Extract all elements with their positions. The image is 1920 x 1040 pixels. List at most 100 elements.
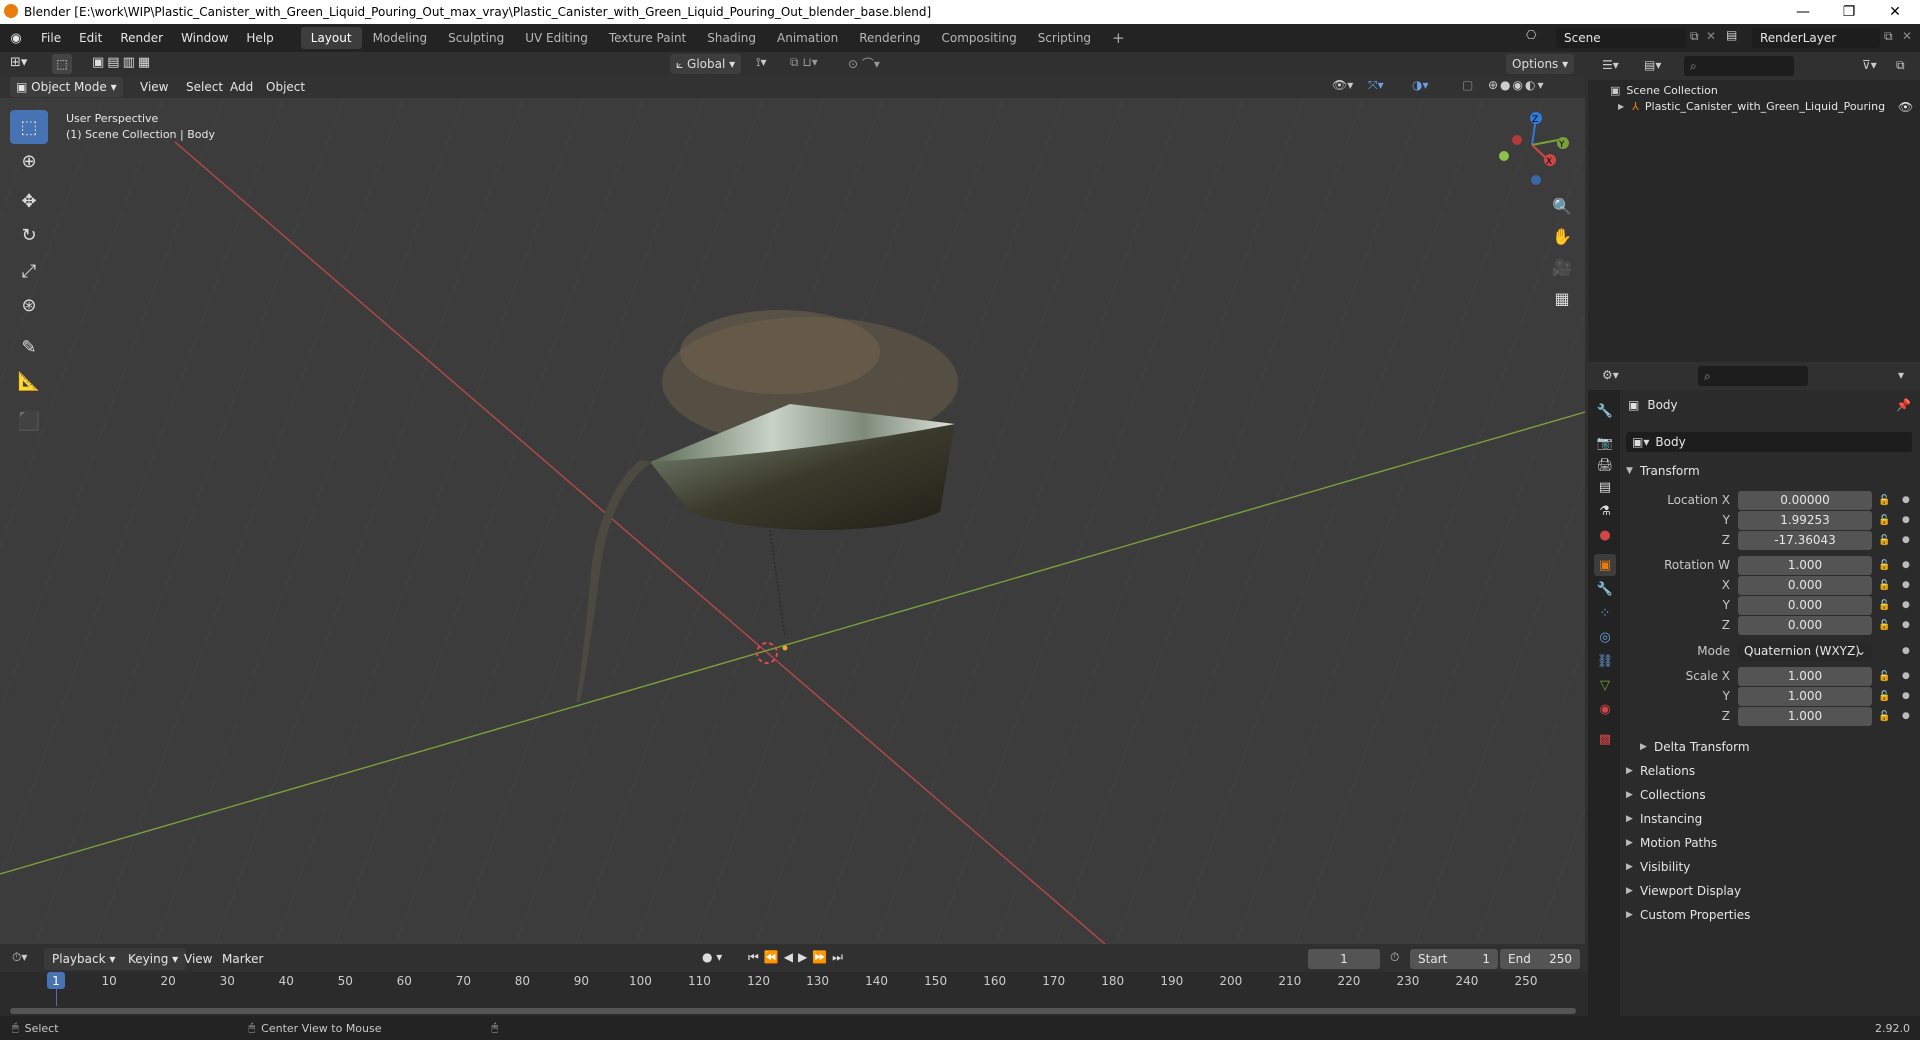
tab-uv-editing[interactable]: UV Editing [515,27,598,49]
render-layer-selector[interactable]: RenderLayer [1752,28,1880,48]
add-cube-tool-button[interactable]: ⬛ [10,404,48,438]
lock-icon[interactable]: 🔓 [1878,515,1890,526]
keyframe-dot-icon[interactable]: ● [1902,535,1910,545]
location-z-field[interactable]: -17.36043 [1738,530,1872,550]
select-box-tool-icon[interactable]: ⬚ [52,54,72,74]
visibility-eye-icon[interactable]: 👁 [1898,100,1913,114]
options-dropdown[interactable]: Options ▾ [1506,54,1575,74]
xray-icon[interactable]: ▢ [1462,78,1473,92]
pivot-point-icon[interactable]: ⟟▾ [756,55,767,70]
keyframe-dot-icon[interactable]: ● [1902,560,1910,570]
keyframe-dot-icon[interactable]: ● [1902,711,1910,721]
add-workspace-button[interactable]: + [1102,27,1135,49]
timeline-scrollbar[interactable] [10,1008,1576,1014]
transform-tool-button[interactable]: ⊛ [10,288,48,322]
viewport-menu-add[interactable]: Add [222,75,261,99]
transform-panel-header[interactable]: ▼ Transform [1620,460,1920,482]
motion-paths-panel-header[interactable]: ▶ Motion Paths [1620,832,1920,854]
menu-window[interactable]: Window [172,24,237,52]
3d-viewport[interactable]: Z Y X User Perspective (1) Scene Collect… [0,52,1585,944]
scale-z-field[interactable]: 1.000 [1738,706,1872,726]
start-frame-field[interactable]: Start 1 [1410,949,1498,969]
visibility-icon[interactable]: 👁▾ [1332,78,1353,92]
viewport-menu-object[interactable]: Object [258,75,313,99]
delta-transform-subpanel[interactable]: ▶ Delta Transform [1634,736,1920,758]
keyframe-dot-icon[interactable]: ● [1902,600,1910,610]
tab-sculpting[interactable]: Sculpting [438,27,514,49]
record-icon[interactable]: ● ▾ [702,950,722,964]
menu-file[interactable]: File [32,24,70,52]
new-scene-icon[interactable]: ⧉ [1690,29,1699,44]
zoom-button[interactable]: 🔍 [1548,192,1576,220]
scale-x-field[interactable]: 1.000 [1738,666,1872,686]
location-y-field[interactable]: 1.99253 [1738,510,1872,530]
end-frame-field[interactable]: End 250 [1500,949,1580,969]
lock-icon[interactable]: 🔓 [1878,691,1890,702]
rotation-x-field[interactable]: 0.000 [1738,575,1872,595]
outliner-editor-icon[interactable]: ☰▾ [1602,58,1619,72]
timeline-menu-marker[interactable]: Marker [214,947,271,971]
material-tab-icon[interactable]: ◉ [1594,698,1616,720]
keyframe-dot-icon[interactable]: ● [1902,620,1910,630]
rotation-mode-dropdown[interactable]: Quaternion (WXYZ) ⌄ [1738,641,1872,661]
menu-render[interactable]: Render [111,24,172,52]
new-view-layer-icon[interactable]: ⧉ [1884,29,1893,44]
tool-tab-icon[interactable]: 🔧 [1594,400,1616,422]
custom-properties-panel-header[interactable]: ▶ Custom Properties [1620,904,1920,926]
rotation-y-field[interactable]: 0.000 [1738,595,1872,615]
cursor-tool-button[interactable]: ⊕ [10,144,48,178]
scene-tab-icon[interactable]: ⚗ [1594,500,1616,522]
tab-animation[interactable]: Animation [767,27,848,49]
expand-arrow-icon[interactable]: ▶ [1618,102,1624,111]
editor-type-icon[interactable]: ⊞▾ [10,55,27,70]
scale-tool-button[interactable]: ⤢ [10,254,48,288]
tab-compositing[interactable]: Compositing [931,27,1026,49]
close-button[interactable]: ✕ [1872,0,1918,24]
remove-view-layer-icon[interactable]: ✕ [1902,29,1912,43]
restore-button[interactable]: ❐ [1826,0,1872,24]
modifiers-tab-icon[interactable]: 🔧 [1594,578,1616,600]
minimize-button[interactable]: — [1780,0,1826,24]
select-mode-icons[interactable]: ▣▤▥▦ [92,55,153,70]
measure-tool-button[interactable]: 📐 [10,364,48,398]
constraints-tab-icon[interactable]: ⛓ [1594,650,1616,672]
texture-tab-icon[interactable]: ▩ [1594,728,1616,750]
location-x-field[interactable]: 0.00000 [1738,490,1872,510]
playback-menu[interactable]: Playback ▾ [44,948,124,970]
keyframe-dot-icon[interactable]: ● [1902,691,1910,701]
visibility-panel-header[interactable]: ▶ Visibility [1620,856,1920,878]
rotate-tool-button[interactable]: ↻ [10,218,48,252]
proportional-edit-icon[interactable]: ⊙ ⌒▾ [848,55,880,72]
lock-icon[interactable]: 🔓 [1878,600,1890,611]
keyframe-dot-icon[interactable]: ● [1902,495,1910,505]
stopwatch-icon[interactable]: ⏱ [1390,950,1399,965]
physics-tab-icon[interactable]: ◎ [1594,626,1616,648]
tab-layout[interactable]: Layout [300,27,362,49]
ortho-toggle-button[interactable]: ▦ [1548,284,1576,312]
menu-edit[interactable]: Edit [70,24,111,52]
camera-view-button[interactable]: 🎥 [1548,253,1576,281]
object-tab-icon[interactable]: ▣ [1594,554,1616,576]
pin-icon[interactable]: 📌 [1896,398,1911,412]
particles-tab-icon[interactable]: ⁘ [1594,602,1616,624]
filter-icon[interactable]: ⊽▾ [1862,58,1877,72]
transform-orientation-dropdown[interactable]: ⟀ Global ▾ [670,54,742,74]
gizmo-toggle-icon[interactable]: ⤧▾ [1368,78,1384,93]
mode-dropdown[interactable]: ▣ Object Mode ▾ [10,77,123,97]
tab-shading[interactable]: Shading [697,27,766,49]
tab-texture-paint[interactable]: Texture Paint [599,27,696,49]
snap-icon[interactable]: ⧉ ⊔▾ [790,55,818,70]
scene-collection-row[interactable]: ▣ Scene Collection [1610,84,1718,97]
scale-y-field[interactable]: 1.000 [1738,686,1872,706]
current-frame-field[interactable]: 1 [1308,949,1380,969]
lock-icon[interactable]: 🔓 [1878,620,1890,631]
instancing-panel-header[interactable]: ▶ Instancing [1620,808,1920,830]
overlay-toggle-icon[interactable]: ◑▾ [1412,78,1429,92]
new-collection-icon[interactable]: ⧉ [1896,58,1905,73]
lock-icon[interactable]: 🔓 [1878,535,1890,546]
tab-scripting[interactable]: Scripting [1028,27,1101,49]
outliner-search-input[interactable]: ⌕ [1684,56,1794,76]
output-tab-icon[interactable]: 🖨 [1594,454,1616,476]
properties-editor-icon[interactable]: ⚙▾ [1602,368,1619,382]
rotation-w-field[interactable]: 1.000 [1738,555,1872,575]
